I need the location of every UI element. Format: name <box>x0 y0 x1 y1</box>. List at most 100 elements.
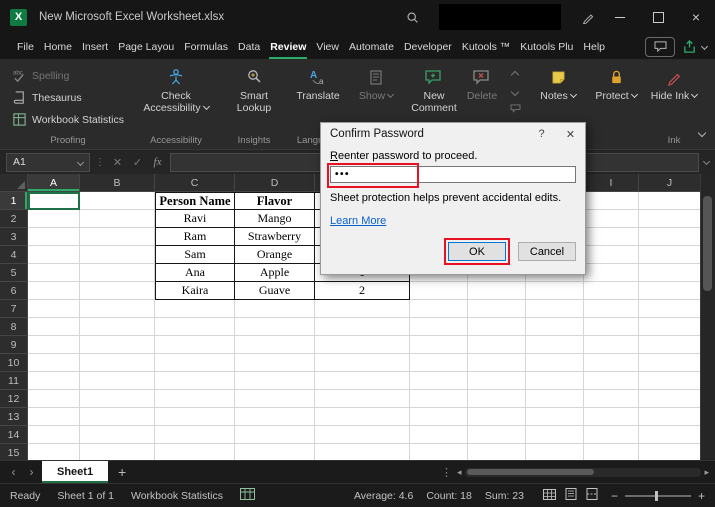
cell-G10[interactable] <box>468 354 526 372</box>
page-layout-view-button[interactable] <box>565 488 577 503</box>
cell-B9[interactable] <box>80 336 155 354</box>
cell-A1[interactable] <box>28 192 80 210</box>
cell-G6[interactable] <box>468 282 526 300</box>
cell-B15[interactable] <box>80 444 155 460</box>
column-header-C[interactable]: C <box>155 174 235 192</box>
workbook-statistics-button[interactable]: Workbook Statistics <box>8 109 128 130</box>
cell-G13[interactable] <box>468 408 526 426</box>
cell-A6[interactable] <box>28 282 80 300</box>
vertical-scrollbar[interactable] <box>700 174 715 460</box>
cell-J2[interactable] <box>639 210 701 228</box>
cell-H10[interactable] <box>526 354 584 372</box>
dialog-help-button[interactable]: ? <box>527 123 556 145</box>
cell-E14[interactable] <box>315 426 410 444</box>
cell-C10[interactable] <box>155 354 235 372</box>
cell-H15[interactable] <box>526 444 584 460</box>
cell-C2[interactable]: Ravi <box>155 210 235 228</box>
cancel-button[interactable]: Cancel <box>518 242 576 261</box>
cell-I12[interactable] <box>584 390 639 408</box>
cell-A10[interactable] <box>28 354 80 372</box>
cell-E10[interactable] <box>315 354 410 372</box>
cell-H8[interactable] <box>526 318 584 336</box>
column-header-D[interactable]: D <box>235 174 315 192</box>
hide-ink-button[interactable]: Hide Ink <box>650 62 698 102</box>
name-box[interactable]: A1 <box>6 153 90 172</box>
cell-J14[interactable] <box>639 426 701 444</box>
protect-button[interactable]: Protect <box>592 62 640 102</box>
select-all-corner[interactable] <box>0 174 28 192</box>
cell-C5[interactable]: Ana <box>155 264 235 282</box>
cell-C14[interactable] <box>155 426 235 444</box>
search-icon[interactable] <box>399 0 425 34</box>
cell-J9[interactable] <box>639 336 701 354</box>
ribbon-tab-help[interactable]: Help <box>578 34 610 59</box>
cell-C1[interactable]: Person Name <box>155 192 235 210</box>
cell-B12[interactable] <box>80 390 155 408</box>
cell-A14[interactable] <box>28 426 80 444</box>
cell-D8[interactable] <box>235 318 315 336</box>
scrollbar-options-handle[interactable]: ⋮ <box>441 466 452 479</box>
cell-I3[interactable] <box>584 228 639 246</box>
cell-D5[interactable]: Apple <box>235 264 315 282</box>
cancel-entry-icon[interactable]: ✕ <box>110 156 125 169</box>
zoom-in-button[interactable]: + <box>698 489 705 503</box>
cell-B2[interactable] <box>80 210 155 228</box>
ribbon-tab-data[interactable]: Data <box>233 34 265 59</box>
cell-J15[interactable] <box>639 444 701 460</box>
ribbon-tab-kutools[interactable]: Kutools ™ <box>457 34 515 59</box>
cell-H9[interactable] <box>526 336 584 354</box>
cell-H13[interactable] <box>526 408 584 426</box>
ribbon-tab-automate[interactable]: Automate <box>344 34 399 59</box>
cell-F7[interactable] <box>410 300 468 318</box>
collapse-ribbon-button[interactable] <box>699 125 705 143</box>
cell-A2[interactable] <box>28 210 80 228</box>
cell-I6[interactable] <box>584 282 639 300</box>
cell-B8[interactable] <box>80 318 155 336</box>
cell-G15[interactable] <box>468 444 526 460</box>
cell-D7[interactable] <box>235 300 315 318</box>
cell-E12[interactable] <box>315 390 410 408</box>
ribbon-tab-formulas[interactable]: Formulas <box>179 34 233 59</box>
cell-H12[interactable] <box>526 390 584 408</box>
cell-I5[interactable] <box>584 264 639 282</box>
previous-comment-button[interactable] <box>506 67 524 82</box>
cell-C6[interactable]: Kaira <box>155 282 235 300</box>
cell-H14[interactable] <box>526 426 584 444</box>
cell-F13[interactable] <box>410 408 468 426</box>
row-header-6[interactable]: 6 <box>0 282 28 300</box>
translate-button[interactable]: Aa Translate <box>294 62 342 102</box>
row-header-4[interactable]: 4 <box>0 246 28 264</box>
cell-G8[interactable] <box>468 318 526 336</box>
cell-D9[interactable] <box>235 336 315 354</box>
cell-C4[interactable]: Sam <box>155 246 235 264</box>
cell-C7[interactable] <box>155 300 235 318</box>
row-header-1[interactable]: 1 <box>0 192 28 210</box>
row-header-11[interactable]: 11 <box>0 372 28 390</box>
cell-G14[interactable] <box>468 426 526 444</box>
zoom-out-button[interactable]: − <box>611 489 618 503</box>
password-input[interactable]: ••• <box>330 166 576 183</box>
cell-A13[interactable] <box>28 408 80 426</box>
cell-A8[interactable] <box>28 318 80 336</box>
cell-D1[interactable]: Flavor <box>235 192 315 210</box>
cell-J11[interactable] <box>639 372 701 390</box>
cell-F9[interactable] <box>410 336 468 354</box>
cell-I13[interactable] <box>584 408 639 426</box>
cell-F15[interactable] <box>410 444 468 460</box>
cell-I9[interactable] <box>584 336 639 354</box>
cell-B11[interactable] <box>80 372 155 390</box>
cell-B1[interactable] <box>80 192 155 210</box>
cell-D11[interactable] <box>235 372 315 390</box>
cell-E7[interactable] <box>315 300 410 318</box>
new-comment-button[interactable]: New Comment <box>410 62 458 114</box>
cell-E9[interactable] <box>315 336 410 354</box>
cell-I7[interactable] <box>584 300 639 318</box>
cell-B3[interactable] <box>80 228 155 246</box>
cell-B13[interactable] <box>80 408 155 426</box>
row-header-12[interactable]: 12 <box>0 390 28 408</box>
expand-formula-bar-button[interactable] <box>704 153 709 171</box>
column-header-B[interactable]: B <box>80 174 155 192</box>
close-button[interactable]: × <box>677 0 715 34</box>
delete-comment-button[interactable]: Delete <box>458 62 506 102</box>
column-header-J[interactable]: J <box>639 174 701 192</box>
